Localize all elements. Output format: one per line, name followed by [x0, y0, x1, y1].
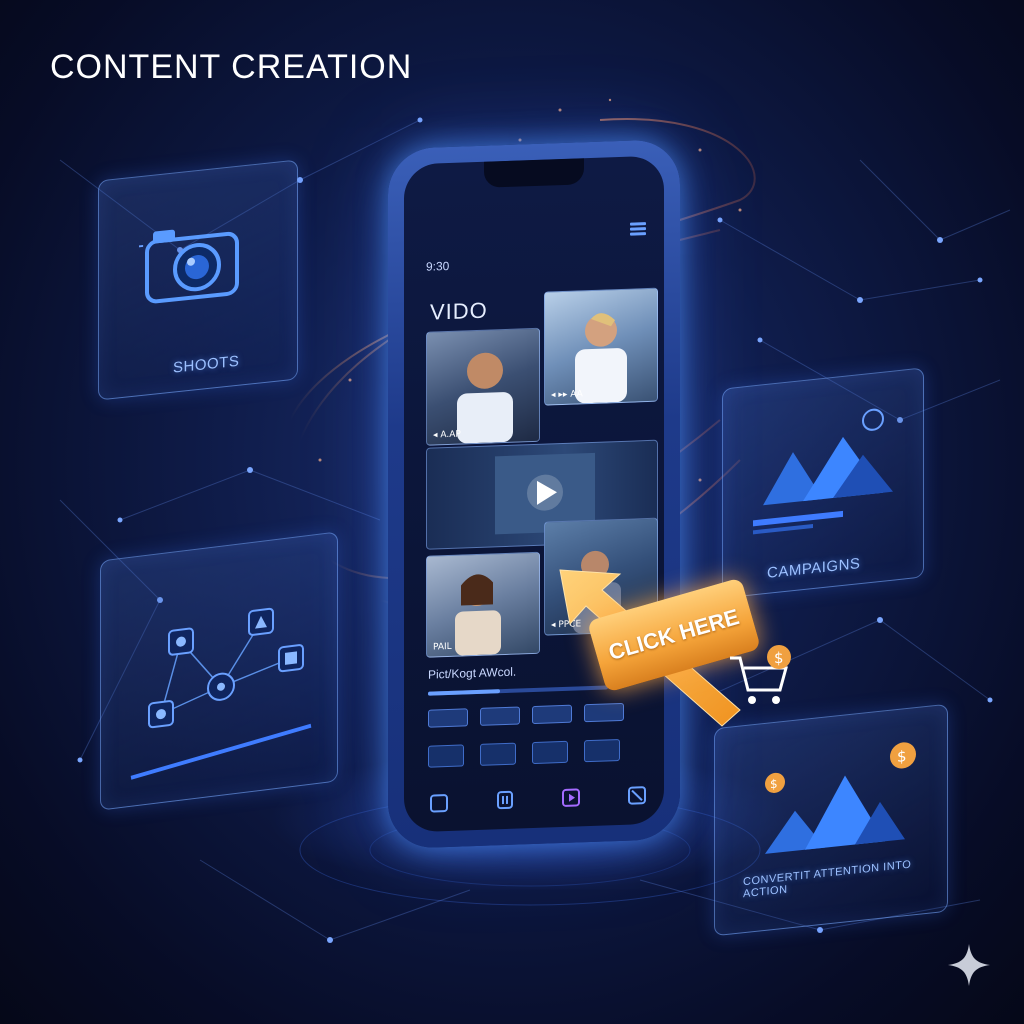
svg-text:$: $	[770, 777, 778, 792]
video-thumbnail[interactable]: ◂ ▸▸ AA	[544, 287, 658, 406]
mountains-icon	[753, 408, 893, 535]
growth-icon: $ $	[765, 742, 916, 854]
video-caption: Pict/Kogt AWcol.	[428, 664, 517, 682]
chip[interactable]	[428, 708, 468, 728]
svg-text:$: $	[897, 747, 907, 766]
bottom-nav	[428, 784, 648, 814]
shoots-panel[interactable]: + SHOOTS	[98, 159, 298, 401]
thumbnail-tag: ◂ A.AP	[433, 429, 461, 441]
phone-notch	[484, 158, 584, 188]
status-time: 9:30	[426, 258, 450, 274]
tool-button[interactable]	[532, 740, 568, 765]
convert-panel[interactable]: $ $ CONVERTIT ATTENTION INTO ACTION	[714, 703, 948, 937]
tool-button[interactable]	[480, 742, 516, 766]
crop-icon[interactable]	[626, 784, 648, 807]
dollar-coin-icon: $	[767, 645, 791, 669]
video-thumbnail[interactable]: PAIL	[426, 551, 540, 658]
play-icon[interactable]	[560, 786, 582, 809]
sparkle-icon	[948, 944, 990, 986]
tool-button[interactable]	[428, 744, 464, 768]
video-thumbnail[interactable]: ◂ A.AP	[426, 327, 540, 446]
workflow-panel[interactable]	[100, 531, 338, 811]
progress-fill	[428, 689, 500, 696]
menu-icon[interactable]	[630, 222, 646, 237]
tool-button[interactable]	[584, 738, 620, 763]
camera-icon: +	[139, 229, 239, 304]
campaigns-label: CAMPAIGNS	[767, 555, 861, 582]
tool-row	[428, 738, 648, 768]
section-title: VIDO	[430, 297, 488, 325]
svg-text:+: +	[139, 234, 145, 261]
thumbnail-tag: ◂ ▸▸ AA	[551, 389, 583, 401]
chip[interactable]	[480, 706, 520, 726]
phone-screen: 9:30 VIDO ◂ A.AP ◂ ▸▸ AA PAIL ◂ PPCE Pic…	[404, 155, 664, 833]
pause-icon[interactable]	[494, 789, 516, 812]
page-title: CONTENT CREATION	[50, 48, 413, 86]
workflow-diagram	[130, 607, 312, 780]
clipboard-icon[interactable]	[428, 791, 450, 814]
svg-text:$: $	[774, 649, 784, 667]
shoots-label: SHOOTS	[173, 352, 240, 377]
thumbnail-tag: PAIL	[433, 641, 452, 653]
smartphone: 9:30 VIDO ◂ A.AP ◂ ▸▸ AA PAIL ◂ PPCE Pic…	[388, 138, 680, 850]
